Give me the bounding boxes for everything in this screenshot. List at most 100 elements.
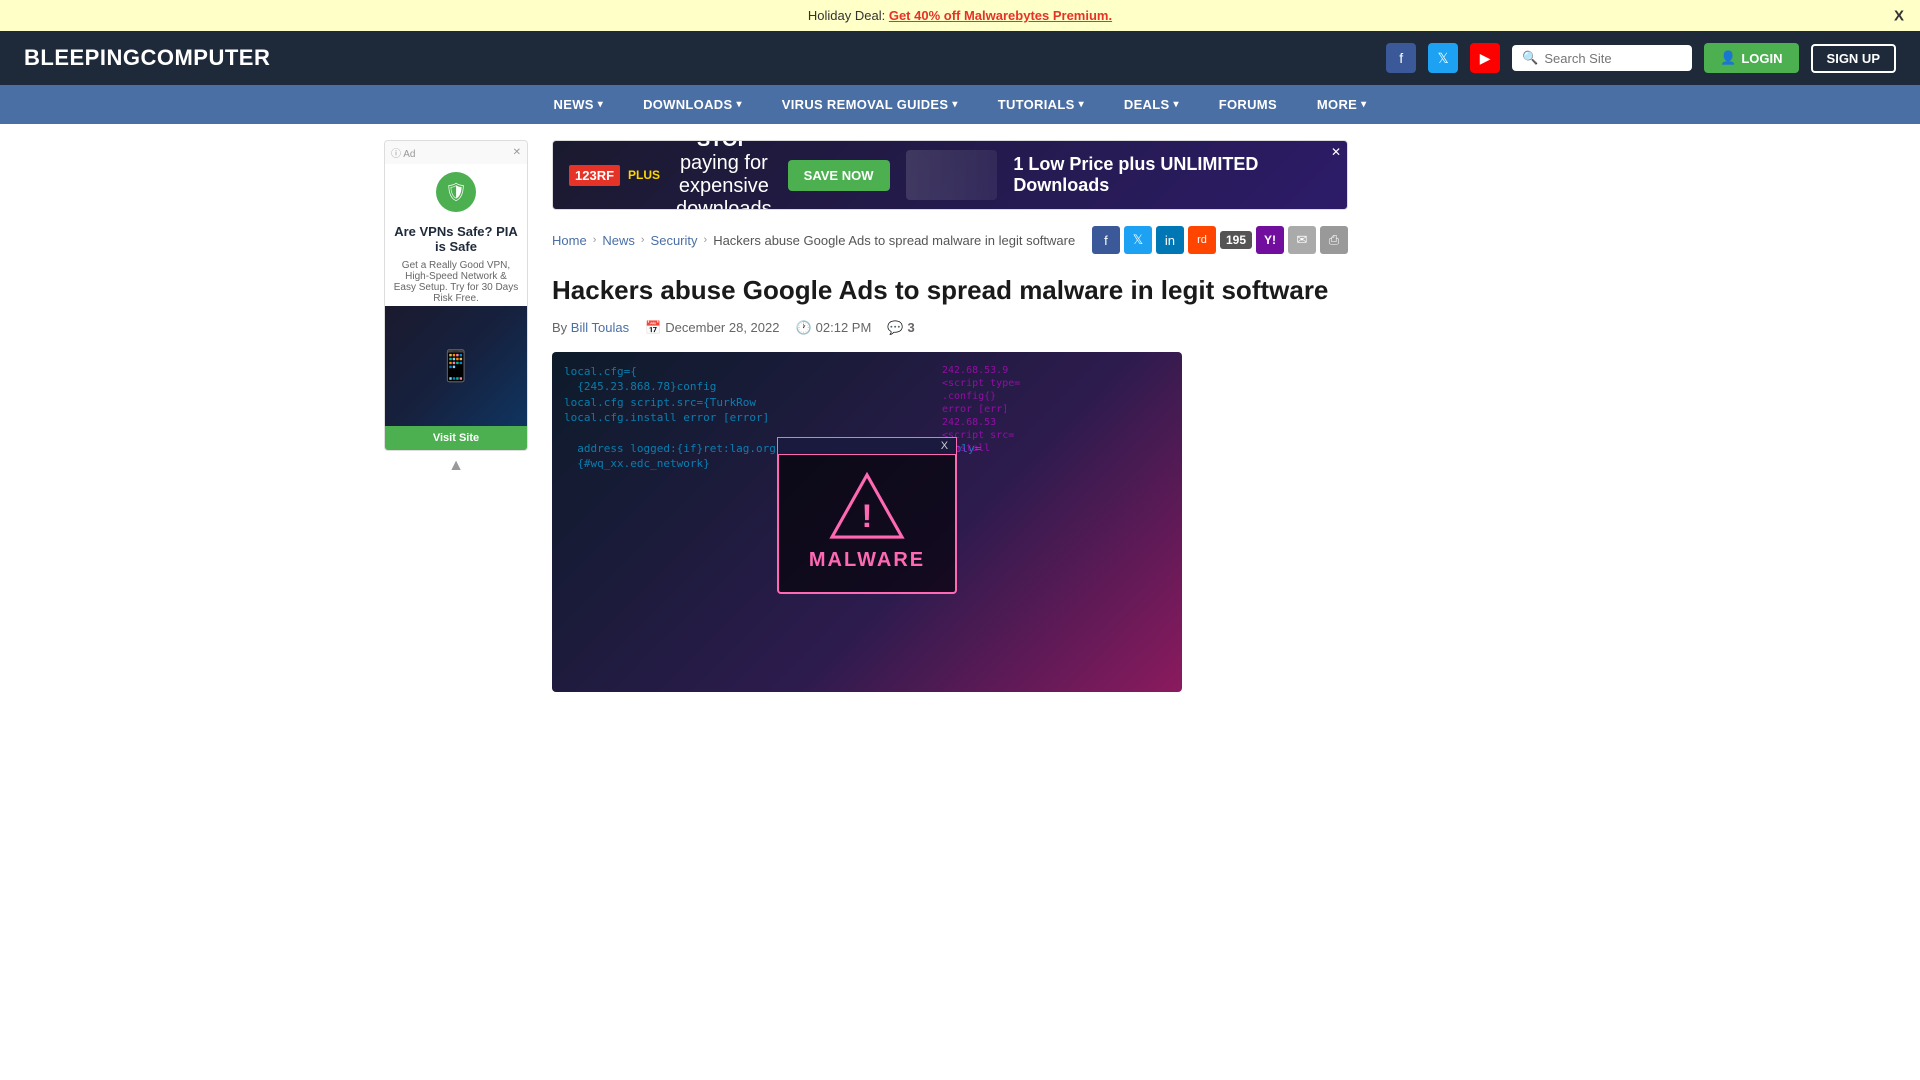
youtube-icon[interactable]: ▶ [1470,43,1500,73]
logo-part1: BLEEPING [24,45,140,70]
article-time: 🕐 02:12 PM [795,320,871,336]
site-logo[interactable]: BLEEPINGCOMPUTER [24,45,270,71]
search-icon: 🔍 [1522,50,1538,66]
holiday-link[interactable]: Get 40% off Malwarebytes Premium. [889,8,1112,23]
date-icon: 📅 [645,320,661,336]
site-header: BLEEPINGCOMPUTER f 𝕏 ▶ 🔍 👤 LOGIN SIGN UP [0,31,1920,85]
svg-text:!: ! [862,497,873,534]
content-wrapper: ⓘ Ad ✕ 🛡 Are VPNs Safe? PIA is Safe Get … [360,124,1560,724]
left-sidebar: ⓘ Ad ✕ 🛡 Are VPNs Safe? PIA is Safe Get … [376,124,536,724]
share-twitter-button[interactable]: 𝕏 [1124,226,1152,254]
nav-item-news[interactable]: NEWS ▾ [534,85,624,124]
comments-icon: 💬 [887,320,903,336]
banner-save-button[interactable]: SAVE NOW [788,160,890,191]
breadcrumb-current: Hackers abuse Google Ads to spread malwa… [713,233,1075,248]
login-label: LOGIN [1741,51,1782,66]
breadcrumb-share-row: Home › News › Security › Hackers abuse G… [552,226,1348,266]
logo-part2: COMPUTER [140,45,270,70]
breadcrumb-security[interactable]: Security [651,233,698,248]
banner-logo-text: 123RF [569,165,620,186]
share-email-button[interactable]: ✉ [1288,226,1316,254]
facebook-icon[interactable]: f [1386,43,1416,73]
nav-arrow-virus-removal: ▾ [952,99,957,110]
nav-label-more: MORE [1317,97,1357,112]
ad-header: ⓘ Ad ✕ [385,141,527,164]
banner-ad-inner: 123RF PLUS STOP paying for expensive dow… [553,140,1347,210]
nav-label-forums: FORUMS [1219,97,1277,112]
right-sidebar [1364,124,1544,724]
nav-item-deals[interactable]: DEALS ▾ [1104,85,1199,124]
header-right: f 𝕏 ▶ 🔍 👤 LOGIN SIGN UP [1386,43,1896,73]
ad-visit-button[interactable]: Visit Site [385,426,527,450]
article-hero-image: local.cfg={ {245.23.868.78}config local.… [552,352,1182,692]
article-meta: By Bill Toulas 📅 December 28, 2022 🕐 02:… [552,320,1348,336]
breadcrumb-home[interactable]: Home [552,233,587,248]
author-link[interactable]: Bill Toulas [571,320,629,335]
malware-box: X ! MALWARE [777,449,957,594]
scroll-top-button[interactable]: ▲ [384,451,528,481]
time-icon: 🕐 [795,320,811,336]
share-print-button[interactable]: ⎙ [1320,226,1348,254]
search-box: 🔍 [1512,45,1692,71]
holiday-text: Holiday Deal: [808,8,889,23]
nav-arrow-downloads: ▾ [736,99,741,110]
banner-close-icon[interactable]: ✕ [1331,145,1341,159]
banner-logo: 123RF PLUS [569,165,660,186]
top-banner-ad: 123RF PLUS STOP paying for expensive dow… [552,140,1348,210]
login-button[interactable]: 👤 LOGIN [1704,43,1798,73]
share-reddit-button[interactable]: rd [1188,226,1216,254]
nav-arrow-tutorials: ▾ [1079,99,1084,110]
nav-item-forums[interactable]: FORUMS [1199,85,1297,124]
nav-arrow-news: ▾ [598,99,603,110]
ad-close-icon[interactable]: ✕ [513,147,521,158]
malware-screen: X ! MALWARE [777,449,957,594]
share-count: 195 [1220,231,1252,249]
nav-label-virus-removal: VIRUS REMOVAL GUIDES [782,97,949,112]
article-author: By Bill Toulas [552,320,629,335]
share-yahoo-button[interactable]: Y! [1256,226,1284,254]
search-input[interactable] [1544,51,1682,66]
nav-arrow-deals: ▾ [1173,99,1178,110]
nav-item-downloads[interactable]: DOWNLOADS ▾ [623,85,762,124]
breadcrumb-arrow-3: › [704,234,708,246]
author-prefix: By [552,320,567,335]
main-nav: NEWS ▾ DOWNLOADS ▾ VIRUS REMOVAL GUIDES … [0,85,1920,124]
breadcrumb: Home › News › Security › Hackers abuse G… [552,233,1075,248]
banner-plus-label: PLUS [628,168,660,182]
ad-subtitle: Get a Really Good VPN, High-Speed Networ… [385,258,527,306]
share-linkedin-button[interactable]: in [1156,226,1184,254]
share-row: f 𝕏 in rd 195 Y! ✉ ⎙ [1092,226,1348,254]
holiday-banner: Holiday Deal: Get 40% off Malwarebytes P… [0,0,1920,31]
malware-label: MALWARE [809,549,925,572]
main-content: 123RF PLUS STOP paying for expensive dow… [536,124,1364,724]
ad-title: Are VPNs Safe? PIA is Safe [385,220,527,258]
ad-shield-icon: 🛡 [436,172,476,212]
signup-button[interactable]: SIGN UP [1811,44,1896,73]
holiday-close-button[interactable]: X [1894,7,1904,24]
date-text: December 28, 2022 [665,320,779,335]
nav-label-deals: DEALS [1124,97,1170,112]
nav-item-tutorials[interactable]: TUTORIALS ▾ [978,85,1104,124]
login-icon: 👤 [1720,50,1736,66]
nav-item-more[interactable]: MORE ▾ [1297,85,1387,124]
twitter-icon[interactable]: 𝕏 [1428,43,1458,73]
breadcrumb-news[interactable]: News [602,233,635,248]
banner-right-text: 1 Low Price plus UNLIMITED Downloads [1013,154,1331,196]
article-comments[interactable]: 💬 3 [887,320,914,336]
breadcrumb-arrow-1: › [593,234,597,246]
article-date: 📅 December 28, 2022 [645,320,779,336]
ad-image: 📱 [385,306,527,426]
breadcrumb-arrow-2: › [641,234,645,246]
comments-count: 3 [908,320,915,335]
article-title: Hackers abuse Google Ads to spread malwa… [552,274,1348,308]
warning-triangle-icon: ! [827,471,907,541]
window-close-icon: X [941,440,948,452]
malware-box-header: X [777,437,957,455]
time-text: 02:12 PM [816,320,872,335]
nav-label-downloads: DOWNLOADS [643,97,732,112]
nav-label-news: NEWS [554,97,594,112]
nav-arrow-more: ▾ [1361,99,1366,110]
share-facebook-button[interactable]: f [1092,226,1120,254]
ad-label: ⓘ Ad [391,145,415,160]
nav-item-virus-removal[interactable]: VIRUS REMOVAL GUIDES ▾ [762,85,978,124]
